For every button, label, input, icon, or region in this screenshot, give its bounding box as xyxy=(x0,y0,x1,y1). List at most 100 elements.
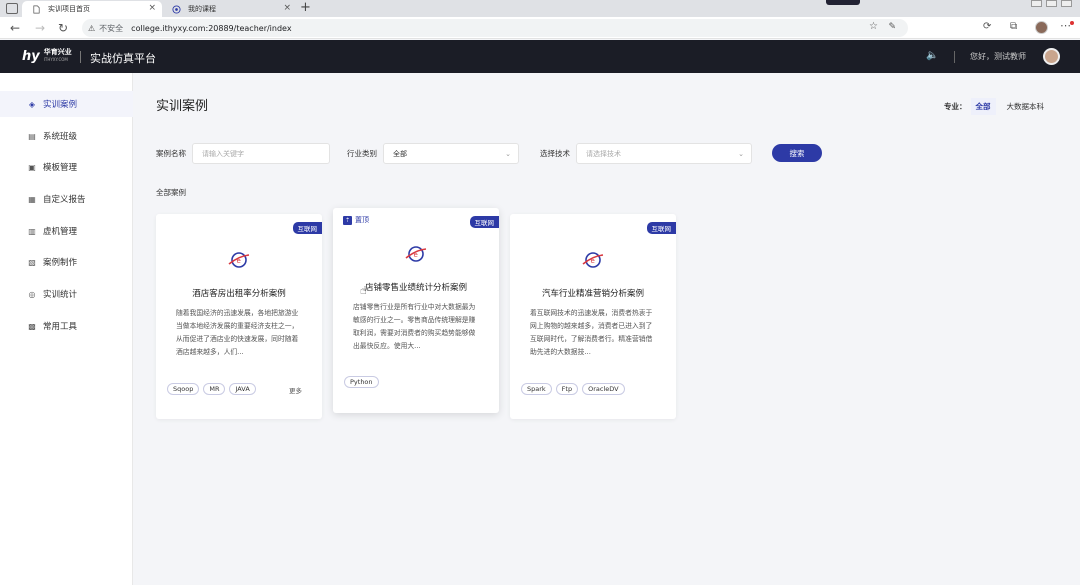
major-option-all[interactable]: 全部 xyxy=(970,98,996,115)
sidebar-item-vm-management[interactable]: ▥ 虚机管理 xyxy=(0,218,133,244)
close-window-button[interactable] xyxy=(1061,0,1072,7)
tech-select[interactable]: 请选择技术 ⌄ xyxy=(576,143,752,164)
user-avatar[interactable] xyxy=(1043,48,1060,65)
tech-tag[interactable]: OracleDV xyxy=(582,383,625,395)
browser-tab[interactable]: 我的课程 × xyxy=(162,1,297,17)
case-name-label: 案例名称 xyxy=(156,149,186,158)
sidebar-item-training-cases[interactable]: ◈ 实训案例 xyxy=(0,91,133,117)
sidebar-item-label: 系统班级 xyxy=(43,132,78,142)
svg-text:e: e xyxy=(237,257,241,265)
pin-icon: ⇡ xyxy=(343,215,352,225)
all-cases-label: 全部案例 xyxy=(156,188,186,197)
speaker-icon[interactable]: 🔈 xyxy=(926,50,938,61)
industry-filter: 行业类别 全部 ⌄ xyxy=(347,143,519,164)
extension-icon[interactable]: ⟳ xyxy=(983,21,991,32)
url-text[interactable]: college.ithyxy.com:20889/teacher/index xyxy=(131,24,291,33)
sidebar-item-training-stats[interactable]: ◎ 实训统计 xyxy=(0,281,133,307)
reload-icon[interactable]: ↻ xyxy=(58,20,68,36)
tech-tag[interactable]: Ftp xyxy=(555,383,579,395)
tech-tag[interactable]: Python xyxy=(344,376,379,388)
forward-arrow-icon[interactable]: → xyxy=(35,20,45,36)
sidebar-item-template-management[interactable]: ▣ 模板管理 xyxy=(0,154,133,180)
case-card[interactable]: 互联网 ⇡ 置顶 e 店铺零售业绩统计分析案例 店铺零售行业是所有行业中对大数据… xyxy=(333,208,499,413)
stats-icon: ◎ xyxy=(28,289,36,299)
mouse-cursor-icon: ☝ xyxy=(360,284,367,297)
case-icon: e xyxy=(228,252,250,268)
sidebar-item-label: 自定义报告 xyxy=(43,195,86,205)
class-icon: ▤ xyxy=(28,131,36,141)
sidebar-item-label: 虚机管理 xyxy=(43,227,78,237)
browser-tab-active[interactable]: 实训项目首页 × xyxy=(22,1,162,17)
close-tab-icon[interactable]: × xyxy=(283,3,291,13)
template-icon: ▣ xyxy=(28,162,36,172)
browser-toolbar: ← → ↻ ⚠ 不安全 college.ithyxy.com:20889/tea… xyxy=(0,17,1080,39)
logo-en: ITHYXY.COM xyxy=(43,57,68,62)
tech-tag[interactable]: Sqoop xyxy=(167,383,200,395)
tech-tags: Python xyxy=(344,376,379,388)
brand-logo[interactable]: hy 华育兴业 ITHYXY.COM xyxy=(22,48,72,64)
pin-label: 置顶 xyxy=(355,216,369,224)
page-icon xyxy=(33,5,40,14)
collections-icon[interactable]: ⧉ xyxy=(1010,21,1017,32)
industry-select[interactable]: 全部 ⌄ xyxy=(383,143,519,164)
pinned-indicator: ⇡ 置顶 xyxy=(343,215,369,225)
industry-badge: 互联网 xyxy=(646,222,676,234)
case-title[interactable]: 酒店客房出租率分析案例 xyxy=(156,287,322,299)
layers-icon: ◈ xyxy=(28,99,36,109)
major-option-bigdata[interactable]: 大数据本科 xyxy=(1002,98,1050,115)
tech-tags: Spark Ftp OracleDV xyxy=(521,383,625,395)
header-divider xyxy=(80,51,81,63)
case-card[interactable]: 互联网 e 汽车行业精准营销分析案例 着互联网技术的迅速发展，消费者热衷于网上购… xyxy=(510,214,676,419)
user-greeting[interactable]: 您好，测试教师 xyxy=(970,51,1026,62)
tab-title: 实训项目首页 xyxy=(48,5,90,13)
window-controls xyxy=(1031,0,1072,7)
warning-icon[interactable]: ⚠ xyxy=(88,24,95,33)
sidebar-item-label: 实训案例 xyxy=(43,100,78,110)
case-card[interactable]: 互联网 e 酒店客房出租率分析案例 随着我国经济的迅速发展，各地把旅游业当做本地… xyxy=(156,214,322,419)
security-status: 不安全 xyxy=(99,23,124,33)
tech-filter: 选择技术 请选择技术 ⌄ xyxy=(540,143,752,164)
main-content: 实训案例 专业： 全部 大数据本科 案例名称 请输入关键字 行业类别 全部 ⌄ … xyxy=(134,73,1080,585)
case-make-icon: ▧ xyxy=(28,257,36,267)
case-title[interactable]: 店铺零售业绩统计分析案例 xyxy=(333,281,499,293)
sidebar-item-custom-report[interactable]: ▦ 自定义报告 xyxy=(0,186,133,212)
sidebar-item-label: 案例制作 xyxy=(43,258,78,268)
address-bar[interactable]: ⚠ 不安全 college.ithyxy.com:20889/teacher/i… xyxy=(82,19,908,37)
case-name-input[interactable]: 请输入关键字 xyxy=(192,143,330,164)
browser-tab-strip: 实训项目首页 × 我的课程 × + xyxy=(0,0,1080,17)
tab-actions-icon[interactable] xyxy=(6,3,18,14)
new-tab-button[interactable]: + xyxy=(300,0,311,16)
sidebar-item-common-tools[interactable]: ▩ 常用工具 xyxy=(0,313,133,339)
tech-label: 选择技术 xyxy=(540,149,570,158)
notification-dot xyxy=(1070,21,1074,25)
logo-mark: hy xyxy=(22,48,40,64)
window-indicator xyxy=(826,0,860,5)
tools-icon: ▩ xyxy=(28,321,36,331)
tech-placeholder: 请选择技术 xyxy=(586,149,621,158)
back-arrow-icon[interactable]: ← xyxy=(10,20,20,36)
case-description: 随着我国经济的迅速发展，各地把旅游业当做本地经济发展的重要经济支柱之一，从而促进… xyxy=(176,309,299,356)
sidebar-item-case-making[interactable]: ▧ 案例制作 xyxy=(0,249,133,275)
favorite-star-icon[interactable]: ☆ xyxy=(869,21,878,32)
restore-button[interactable] xyxy=(1046,0,1057,7)
minimize-button[interactable] xyxy=(1031,0,1042,7)
tech-tags: Sqoop MR JAVA xyxy=(167,383,256,395)
sidebar-item-system-classes[interactable]: ▤ 系统班级 xyxy=(0,123,133,149)
tech-tag[interactable]: Spark xyxy=(521,383,552,395)
edit-icon[interactable]: ✎ xyxy=(888,22,896,32)
logo-text: 华育兴业 ITHYXY.COM xyxy=(44,48,72,64)
more-link[interactable]: 更多 xyxy=(289,385,302,395)
close-tab-icon[interactable]: × xyxy=(148,3,156,13)
tech-tag[interactable]: MR xyxy=(203,383,226,395)
profile-avatar[interactable] xyxy=(1035,21,1048,34)
header-divider xyxy=(954,51,955,63)
case-title[interactable]: 汽车行业精准营销分析案例 xyxy=(510,287,676,299)
search-button[interactable]: 搜索 xyxy=(772,144,822,162)
svg-text:e: e xyxy=(414,251,418,259)
sidebar-item-label: 模板管理 xyxy=(43,163,78,173)
case-description: 店铺零售行业是所有行业中对大数据最为敏感的行业之一。零售商品传统理解是赚取利润，… xyxy=(353,303,476,350)
major-label: 专业： xyxy=(944,102,967,111)
vm-icon: ▥ xyxy=(28,226,36,236)
tech-tag[interactable]: JAVA xyxy=(229,383,256,395)
industry-label: 行业类别 xyxy=(347,149,377,158)
